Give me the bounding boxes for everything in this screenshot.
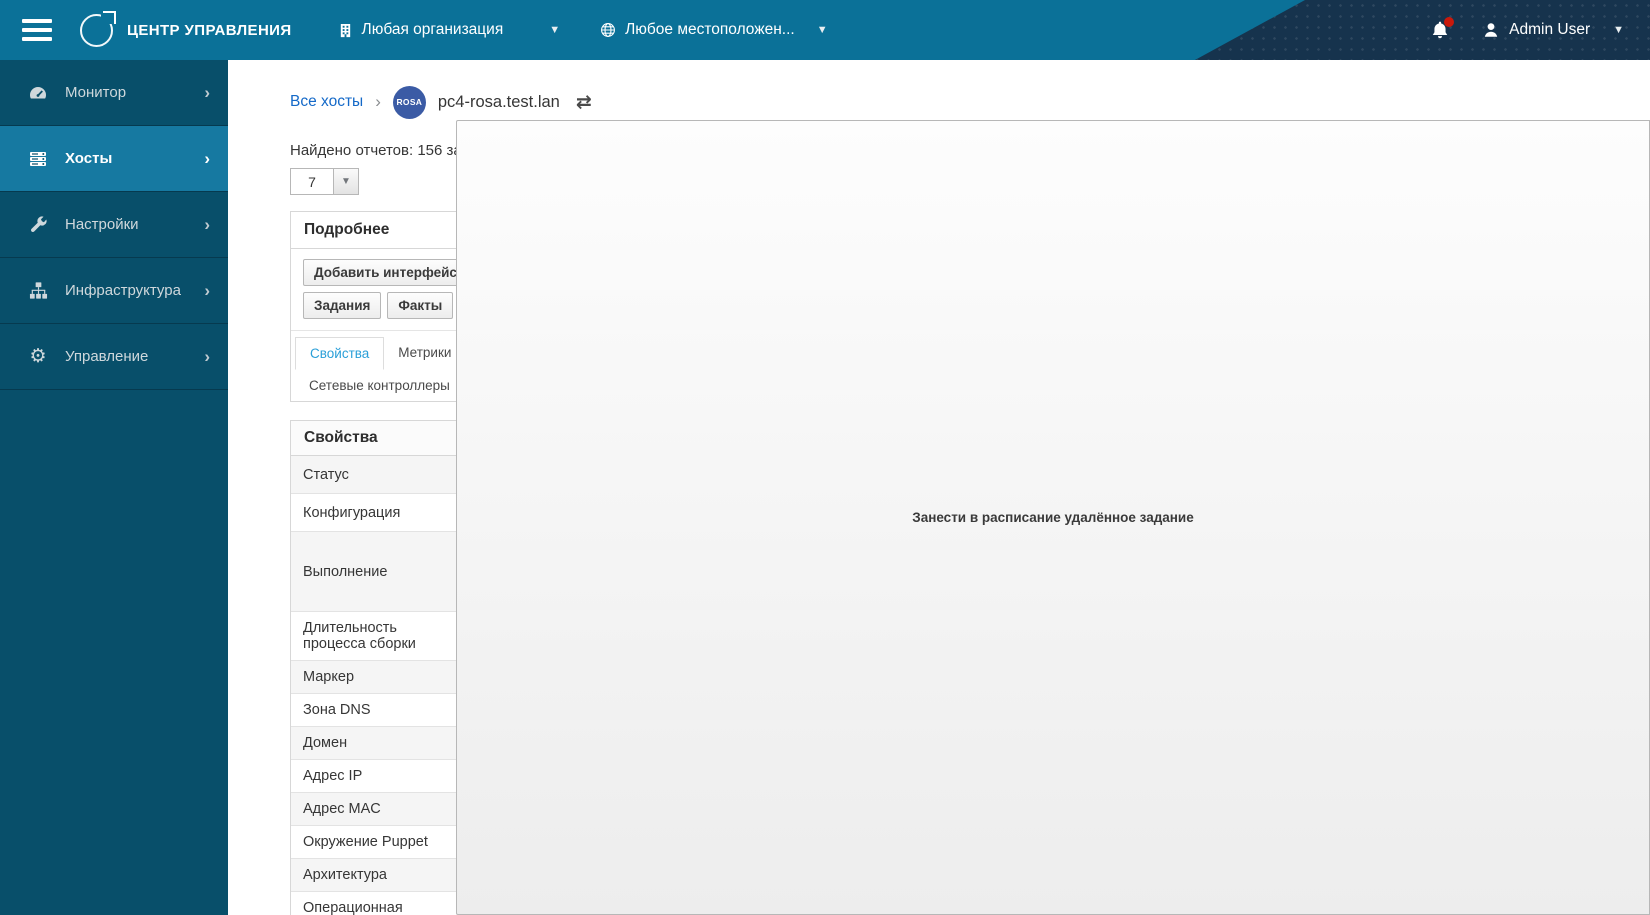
property-label: Выполнение xyxy=(291,531,464,613)
user-menu[interactable]: Admin User ▼ xyxy=(1482,21,1624,39)
chevron-right-icon: › xyxy=(204,346,210,366)
location-label: Любое местоположен... xyxy=(625,21,795,38)
sidebar-item-label: Настройки xyxy=(65,216,139,233)
user-name: Admin User xyxy=(1509,21,1591,38)
chevron-right-icon: › xyxy=(204,280,210,300)
chevron-right-icon: › xyxy=(204,82,210,102)
organization-switcher[interactable]: Любая организация ▼ xyxy=(338,21,561,39)
property-label: Окружение Puppet xyxy=(291,825,464,860)
gauge-icon xyxy=(26,83,50,103)
sidebar-item-label: Инфраструктура xyxy=(65,282,181,299)
sidebar-item-4[interactable]: Инфраструктура › xyxy=(0,258,228,324)
wrench-icon xyxy=(26,215,50,234)
page: ЦЕНТР УПРАВЛЕНИЯ Любая организация ▼ Люб… xyxy=(0,0,1650,915)
rosa-logo xyxy=(80,10,116,47)
sidebar-item-2[interactable]: Хосты › xyxy=(0,126,228,192)
location-switcher[interactable]: Любое местоположен... ▼ xyxy=(600,21,828,39)
days-select-value: 7 xyxy=(290,168,334,195)
property-label: Архитектура xyxy=(291,858,464,893)
sidebar-menu: Монитор › Хосты › Настройки › Инфраструктура › ⚙… xyxy=(0,60,228,390)
property-label: Статус xyxy=(291,455,464,495)
host-switcher-icon[interactable]: ⇄ xyxy=(576,91,592,114)
building-icon xyxy=(338,23,353,38)
schedule-remote-job-button[interactable]: Занести в расписание удалённое задание xyxy=(456,120,1650,915)
notifications-bell-icon[interactable] xyxy=(1430,17,1455,40)
top-navbar: ЦЕНТР УПРАВЛЕНИЯ Любая организация ▼ Люб… xyxy=(0,0,1650,60)
sitemap-icon xyxy=(26,281,50,300)
details-action-button-4[interactable]: Факты xyxy=(387,292,454,319)
main-content: Все хосты › ROSA pc4-rosa.test.lan ⇄ Най… xyxy=(228,60,1650,915)
property-label: Длительность процесса сборки xyxy=(291,611,464,662)
chevron-down-icon: ▼ xyxy=(816,24,828,36)
property-label: Адрес IP xyxy=(291,759,464,794)
user-icon xyxy=(1482,21,1500,39)
sidebar-item-1[interactable]: Монитор › xyxy=(0,60,228,126)
toolbar: Найдено отчетов: 156 за число последних … xyxy=(290,120,1650,915)
sidebar-item-label: Управление xyxy=(65,348,149,365)
hamburger-menu-button[interactable] xyxy=(22,19,52,41)
sidebar: Монитор › Хосты › Настройки › Инфраструктура › ⚙… xyxy=(0,60,228,915)
notification-badge xyxy=(1444,17,1455,27)
property-label: Операционная система xyxy=(291,891,464,915)
sidebar-item-5[interactable]: ⚙ Управление › xyxy=(0,324,228,390)
breadcrumb-all-hosts-link[interactable]: Все хосты xyxy=(290,93,363,111)
server-icon xyxy=(26,149,50,169)
sidebar-item-label: Монитор xyxy=(65,84,127,101)
property-label: Зона DNS xyxy=(291,693,464,728)
tab-2[interactable]: Метрики xyxy=(384,337,465,370)
chevron-right-icon: › xyxy=(204,148,210,168)
sidebar-item-3[interactable]: Настройки › xyxy=(0,192,228,258)
property-label: Домен xyxy=(291,726,464,761)
breadcrumb-separator: › xyxy=(375,92,381,111)
organization-label: Любая организация xyxy=(361,21,504,38)
gear-icon: ⚙ xyxy=(29,345,47,367)
tab-1[interactable]: Свойства xyxy=(295,337,385,370)
globe-icon xyxy=(600,22,616,38)
property-label: Маркер xyxy=(291,660,464,695)
host-name: pc4-rosa.test.lan xyxy=(437,92,560,111)
chevron-right-icon: › xyxy=(204,214,210,234)
chevron-down-icon: ▼ xyxy=(334,168,359,195)
breadcrumb: Все хосты › ROSA pc4-rosa.test.lan ⇄ xyxy=(290,84,1518,120)
brand-title: ЦЕНТР УПРАВЛЕНИЯ xyxy=(127,21,292,39)
property-label: Конфигурация xyxy=(291,493,464,533)
property-label: Адрес MAC xyxy=(291,792,464,827)
days-select[interactable]: 7 ▼ xyxy=(290,168,359,195)
details-action-button-3[interactable]: Задания xyxy=(303,292,382,319)
tab-4[interactable]: Сетевые контроллеры xyxy=(295,370,464,401)
sidebar-item-label: Хосты xyxy=(65,150,113,167)
chevron-down-icon: ▼ xyxy=(549,24,561,36)
os-badge: ROSA xyxy=(392,85,426,119)
chevron-down-icon: ▼ xyxy=(1613,24,1624,36)
